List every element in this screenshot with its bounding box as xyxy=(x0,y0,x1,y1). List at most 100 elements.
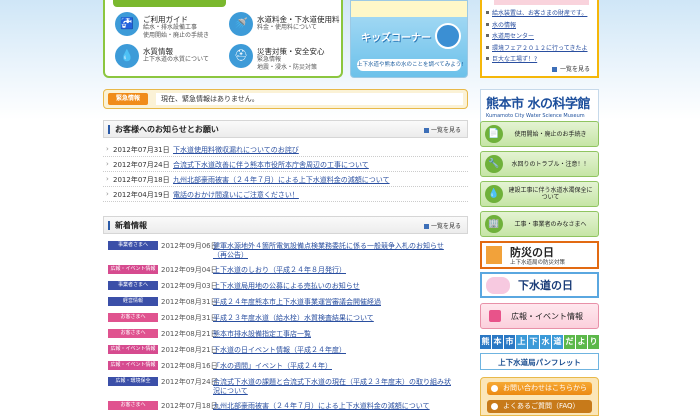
service-disaster[interactable]: ⛑ 災害対策・安全安心 緊急情報 地震・浸水・防災対策 xyxy=(229,44,341,72)
news-category-badge: 広報・環境保全 xyxy=(108,377,158,386)
news-link[interactable]: （再公告） xyxy=(213,250,248,260)
notice-link[interactable]: 九州北部豪雨被害（２４年７月）による上下水道料金の減額について xyxy=(173,175,390,185)
news-date: 2012年07月18日 xyxy=(161,402,218,410)
side-topic-text[interactable]: 巨大な工場ず！? xyxy=(492,56,537,63)
service-sub: 上下水道の水質について xyxy=(143,56,209,63)
services-panel: 🚰 ご利用ガイド 給水・排水設備工事 使用開始・廃止の手続き 🚿 水道料金・下水道… xyxy=(103,0,343,78)
newsletter-char: 道 xyxy=(552,335,563,349)
news-item: 広報・イベント情報 2012年08月21日 下水道の日イベント情報（平成２４年度） xyxy=(103,342,468,357)
side-topic-link[interactable]: 水道用センター xyxy=(486,31,588,43)
news-category-badge: お客さまへ xyxy=(108,329,158,338)
newsletter-char: り xyxy=(588,335,599,349)
news-item: お客さまへ 2012年07月18日 九州北部豪雨被害（２４年７月）による上下水道料金… xyxy=(103,398,468,413)
wrench-icon: 🔧 xyxy=(485,155,503,173)
service-fees[interactable]: 🚿 水道料金・下水道使用料 料金・使用料について xyxy=(229,12,341,40)
news-category-badge: 事業者さまへ xyxy=(108,241,158,250)
newsletter-char: 水 xyxy=(540,335,551,349)
side-button-construction[interactable]: 💧 建設工事に伴う水道水濁保全について xyxy=(480,181,599,207)
news-item: お客さまへ 2012年08月31日 平成２３年度水道（給水栓）水質検査結果について xyxy=(103,310,468,325)
side-button-contractors[interactable]: 🏢 工事・事業者のみなさまへ xyxy=(480,211,599,237)
news-link[interactable]: 熊本市排水設備指定工事店一覧 xyxy=(213,329,311,339)
news-date: 2012年09月03日 xyxy=(161,282,218,290)
side-topic-text[interactable]: 環境フェア２０１２に行ってきたよ xyxy=(492,45,588,52)
kids-corner-caption: 上下水道や熊本の水のことを調べてみよう! xyxy=(357,59,464,71)
news-date: 2012年09月04日 xyxy=(161,266,218,274)
side-topic-link[interactable]: 環境フェア２０１２に行ってきたよ xyxy=(486,43,588,55)
side-topic-text[interactable]: 給水装置は、お客さまの財産です。 xyxy=(492,10,587,17)
water-drop-icon: 💧 xyxy=(115,44,139,68)
notice-link[interactable]: 合流式下水道改善に伴う熊本市役所本庁舎周辺の工事について xyxy=(173,160,369,170)
kids-corner-title: キッズコーナー xyxy=(361,33,431,44)
side-button-label: 使用開始・廃止のお手続き xyxy=(514,130,587,138)
newsletter-char: 本 xyxy=(492,335,503,349)
news-link[interactable]: 下水道の日イベント情報（平成２４年度） xyxy=(213,345,346,355)
news-link[interactable]: 九州北部豪雨被害（２４年７月）による上下水道料金の減額について xyxy=(213,401,430,411)
tap-icon: 🚿 xyxy=(229,12,253,36)
kids-corner-banner[interactable]: キッズコーナー 上下水道や熊本の水のことを調べてみよう! xyxy=(350,0,468,78)
museum-subtitle: Kumamoto City Water Science Museum xyxy=(486,113,585,119)
arrow-icon xyxy=(552,67,557,72)
side-topic-text[interactable]: 水道用センター xyxy=(492,33,534,40)
side-topic-link[interactable]: 水の情報 xyxy=(486,20,588,32)
service-guide[interactable]: 🚰 ご利用ガイド 給水・排水設備工事 使用開始・廃止の手続き xyxy=(115,12,227,40)
notices-more-link[interactable]: 一覧を見る xyxy=(424,125,461,134)
mascot-icon xyxy=(486,277,510,294)
news-link[interactable]: 平成２３年度水道（給水栓）水質検査結果について xyxy=(213,313,374,323)
pamphlet-banner[interactable]: 上下水道局パンフレット xyxy=(480,353,599,370)
news-link[interactable]: 況について xyxy=(213,386,248,396)
sewer-day-banner[interactable]: 下水道の日 xyxy=(480,272,599,298)
newsletter-char: 下 xyxy=(528,335,539,349)
news-link[interactable]: 平成２４年度熊本市上下水道事業運営審議会開催経過 xyxy=(213,297,381,307)
notice-date: 2012年07月24日 xyxy=(106,160,170,170)
news-item: お客さまへ 2012年08月21日 熊本市排水設備指定工事店一覧 xyxy=(103,326,468,341)
emergency-info-bar: 緊急情報 現在、緊急情報はありません。 xyxy=(103,89,468,109)
news-date: 2012年08月31日 xyxy=(161,314,218,322)
emergency-text: 現在、緊急情報はありません。 xyxy=(156,93,463,105)
news-date: 2012年08月31日 xyxy=(161,298,218,306)
newsletter-char: 市 xyxy=(504,335,515,349)
side-topic-text[interactable]: 水の情報 xyxy=(492,22,516,29)
news-link[interactable]: 合流式下水道の課題と合流式下水道の現在（平成２３年度末）の取り組み状 xyxy=(213,377,451,387)
news-category-badge: 広報・イベント情報 xyxy=(108,265,158,274)
news-link[interactable]: 「水の週間」イベント（平成２４年） xyxy=(213,361,332,371)
side-button-procedures[interactable]: 📄 使用開始・廃止のお手続き xyxy=(480,121,599,147)
news-item: 事業者さまへ 2012年09月03日 上下水道局用地の公募による売払いのお知らせ xyxy=(103,278,468,293)
news-link[interactable]: 上下水道局用地の公募による売払いのお知らせ xyxy=(213,281,360,291)
pink-header-bar xyxy=(494,0,589,5)
building-icon: 🏢 xyxy=(485,215,503,233)
service-water-quality[interactable]: 💧 水質情報 上下水道の水質について xyxy=(115,44,227,72)
faq-button[interactable]: よくあるご質問（FAQ） xyxy=(487,400,592,413)
side-topic-link[interactable]: 給水装置は、お客さまの財産です。 xyxy=(486,8,588,20)
side-topics-more-link[interactable]: 一覧を見る xyxy=(552,64,590,73)
water-science-museum-logo[interactable]: 熊本市 水の科学館 Kumamoto City Water Science Mu… xyxy=(480,89,599,123)
news-item: 経営情報 2012年08月31日 平成２４年度熊本市上下水道事業運営審議会開催経過 xyxy=(103,294,468,309)
notice-link[interactable]: 下水道使用料徴収漏れについてのお詫び xyxy=(173,145,299,155)
character-icon xyxy=(486,246,502,264)
emergency-badge: 緊急情報 xyxy=(108,93,148,105)
news-date: 2012年07月24日 xyxy=(161,378,218,386)
side-button-label: 工事・事業者のみなさまへ xyxy=(514,220,587,228)
disaster-day-banner[interactable]: 防災の日 上下水道局の防災対策 xyxy=(480,241,599,269)
event-info-banner[interactable]: 広報・イベント情報 xyxy=(480,303,599,329)
news-link[interactable]: 上下水道のしおり（平成２４年８月発行） xyxy=(213,265,346,275)
drop-icon: 💧 xyxy=(485,185,503,203)
event-info-title: 広報・イベント情報 xyxy=(511,312,583,321)
mascot-icon xyxy=(435,23,461,49)
side-button-label: 建設工事に伴う水道水濁保全について xyxy=(508,187,593,201)
side-topics-box: 給水装置は、お客さまの財産です。 水の情報 水道用センター 環境フェア２０１２に… xyxy=(480,0,599,78)
contact-button[interactable]: お問い合わせはこちらから xyxy=(487,382,592,395)
document-icon: 📄 xyxy=(485,125,503,143)
helmet-icon: ⛑ xyxy=(229,44,253,68)
contact-label: お問い合わせはこちらから xyxy=(503,384,587,392)
newsletter-banner[interactable]: 熊本市上下水道だより xyxy=(480,335,599,349)
news-header: 新着情報 一覧を見る xyxy=(103,216,468,234)
notice-link[interactable]: 電話のおかけ間違いにご注意ください！ xyxy=(173,190,299,200)
news-category-badge: 広報・イベント情報 xyxy=(108,345,158,354)
faucet-icon: 🚰 xyxy=(115,12,139,36)
news-date: 2012年08月21日 xyxy=(161,346,218,354)
notices-header: お客様へのお知らせとお願い 一覧を見る xyxy=(103,120,468,138)
side-button-trouble[interactable]: 🔧 水回りのトラブル・注意！！ xyxy=(480,151,599,177)
side-button-label: 水回りのトラブル・注意！！ xyxy=(511,160,590,168)
disaster-day-sub: 上下水道局の防災対策 xyxy=(510,260,566,266)
news-more-link[interactable]: 一覧を見る xyxy=(424,221,461,230)
